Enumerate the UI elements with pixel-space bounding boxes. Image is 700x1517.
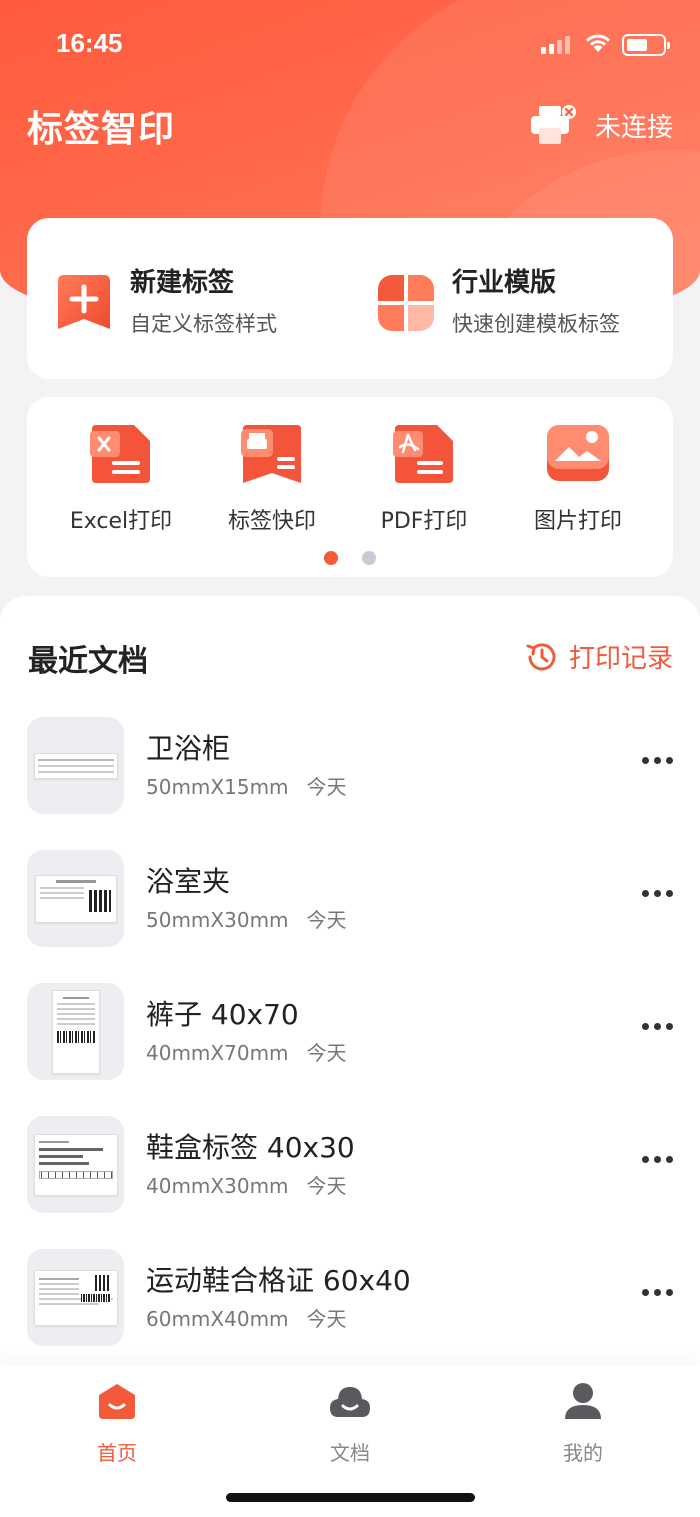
document-thumbnail: [27, 1249, 124, 1346]
tool-image-print-label: 图片打印: [533, 509, 622, 534]
document-date: 今天: [306, 1174, 347, 1198]
print-history-button[interactable]: 打印记录: [525, 638, 673, 675]
app-title: 标签智印: [27, 109, 176, 150]
document-size: 50mmX15mm: [146, 775, 289, 799]
document-thumbnail: [27, 983, 124, 1080]
document-name: 浴室夹: [146, 865, 231, 898]
tool-excel-print[interactable]: Excel打印: [56, 421, 186, 535]
document-name: 卫浴柜: [146, 732, 231, 765]
recent-document-item[interactable]: 运动鞋合格证 60x40 60mmX40mm 今天: [27, 1249, 673, 1347]
recent-documents-title: 最近文档: [28, 644, 148, 679]
document-thumbnail: [27, 1116, 124, 1213]
document-date: 今天: [306, 1041, 347, 1065]
more-options-icon[interactable]: [642, 1289, 673, 1296]
tool-quick-label-print-label: 标签快印: [227, 509, 316, 534]
printer-status-label: 未连接: [594, 112, 673, 143]
home-icon: [99, 1384, 135, 1419]
document-size: 40mmX70mm: [146, 1041, 289, 1065]
home-indicator: [226, 1493, 475, 1502]
quick-actions-card: 新建标签 自定义标签样式 行业模版 快速创建模板标签: [27, 218, 673, 379]
document-name: 运动鞋合格证 60x40: [146, 1264, 411, 1297]
document-date: 今天: [306, 908, 347, 932]
cellular-signal-icon: [541, 36, 570, 54]
excel-print-icon: [90, 425, 150, 483]
document-date: 今天: [306, 775, 347, 799]
add-label-icon: [58, 275, 110, 329]
tab-profile[interactable]: 我的: [538, 1381, 628, 1466]
more-options-icon[interactable]: [642, 1156, 673, 1163]
recent-document-item[interactable]: 裤子 40x70 40mmX70mm 今天: [27, 983, 673, 1081]
status-time: 16:45: [56, 28, 123, 58]
document-meta: 50mmX30mm 今天: [146, 904, 347, 933]
document-date: 今天: [306, 1307, 347, 1331]
template-grid-icon: [378, 275, 434, 331]
document-size: 50mmX30mm: [146, 908, 289, 932]
tool-excel-print-label: Excel打印: [69, 509, 173, 534]
tool-image-print[interactable]: 图片打印: [513, 421, 643, 535]
recent-document-item[interactable]: 浴室夹 50mmX30mm 今天: [27, 850, 673, 948]
page-dot-1[interactable]: [324, 551, 338, 565]
more-options-icon[interactable]: [642, 757, 673, 764]
document-name: 裤子 40x70: [146, 998, 299, 1031]
tab-home[interactable]: 首页: [72, 1381, 162, 1466]
industry-template-subtitle: 快速创建模板标签: [452, 312, 620, 336]
tab-home-label: 首页: [97, 1441, 137, 1465]
print-history-label: 打印记录: [568, 644, 673, 674]
pdf-print-icon: [393, 425, 453, 483]
status-bar: 16:45: [0, 28, 700, 62]
profile-icon: [565, 1383, 601, 1419]
document-thumbnail: [27, 717, 124, 814]
page-dot-2[interactable]: [362, 551, 376, 565]
more-options-icon[interactable]: [642, 890, 673, 897]
industry-template-title: 行业模版: [452, 268, 557, 298]
tab-profile-label: 我的: [563, 1441, 603, 1465]
tool-pdf-print[interactable]: PDF打印: [359, 421, 489, 535]
recent-documents-panel: 最近文档 打印记录 卫浴柜 50mmX15mm 今天 浴室夹 50mmX30mm…: [0, 596, 700, 1396]
new-label-button[interactable]: 新建标签 自定义标签样式: [54, 268, 277, 338]
tab-documents-label: 文档: [330, 1441, 370, 1465]
tool-pdf-print-label: PDF打印: [380, 509, 468, 534]
more-options-icon[interactable]: [642, 1023, 673, 1030]
recent-document-item[interactable]: 鞋盒标签 40x30 40mmX30mm 今天: [27, 1116, 673, 1214]
cloud-document-icon: [330, 1387, 370, 1417]
wifi-icon: [586, 34, 610, 52]
page-indicator: [27, 551, 673, 565]
printer-connection-button[interactable]: 未连接: [529, 104, 673, 146]
document-meta: 60mmX40mm 今天: [146, 1303, 347, 1332]
image-print-icon: [547, 425, 609, 481]
recent-document-item[interactable]: 卫浴柜 50mmX15mm 今天: [27, 717, 673, 815]
tool-quick-label-print[interactable]: 标签快印: [207, 421, 337, 535]
document-meta: 50mmX15mm 今天: [146, 771, 347, 800]
new-label-subtitle: 自定义标签样式: [130, 312, 277, 336]
document-size: 40mmX30mm: [146, 1174, 289, 1198]
document-size: 60mmX40mm: [146, 1307, 289, 1331]
new-label-title: 新建标签: [130, 268, 235, 298]
printer-icon: [530, 105, 576, 144]
document-thumbnail: [27, 850, 124, 947]
document-meta: 40mmX70mm 今天: [146, 1037, 347, 1066]
industry-template-button[interactable]: 行业模版 快速创建模板标签: [376, 268, 620, 338]
history-clock-icon: [526, 642, 556, 670]
quick-label-print-icon: [241, 425, 301, 483]
tab-documents[interactable]: 文档: [305, 1381, 395, 1466]
print-tools-card: Excel打印 标签快印 PDF打印 图片打印: [27, 397, 673, 577]
document-name: 鞋盒标签 40x30: [146, 1131, 355, 1164]
battery-icon: [622, 34, 670, 56]
document-meta: 40mmX30mm 今天: [146, 1170, 347, 1199]
